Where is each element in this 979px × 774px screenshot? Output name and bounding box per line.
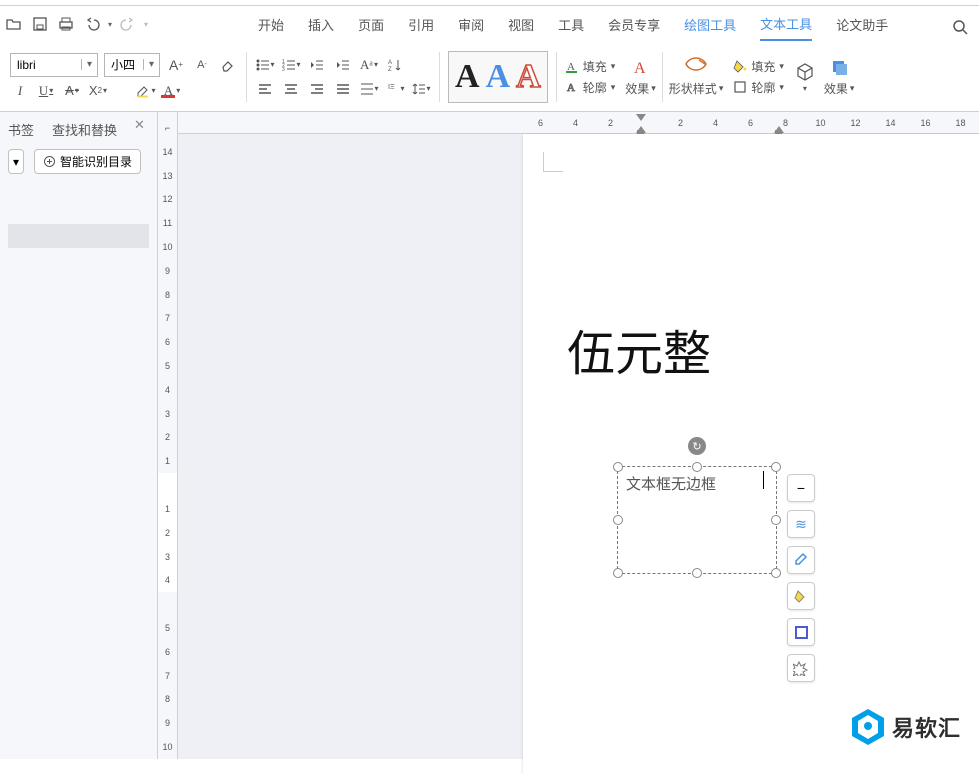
document-page: 伍元整 文本框无边框 − ≋ <box>523 134 979 774</box>
shape-outline-button[interactable]: 轮廓 <box>733 79 784 96</box>
tab-review[interactable]: 审阅 <box>458 9 484 40</box>
open-icon[interactable] <box>4 14 24 34</box>
float-toolbar: − ≋ <box>787 474 815 682</box>
text-outline-button[interactable]: A轮廓 <box>565 79 616 96</box>
superscript-icon[interactable]: X2 <box>88 81 108 101</box>
clear-format-icon[interactable] <box>218 55 238 75</box>
tab-drawing[interactable]: 绘图工具 <box>684 9 736 40</box>
wordart-gallery[interactable]: A A A <box>448 51 548 103</box>
tab-start[interactable]: 开始 <box>258 9 284 40</box>
shape-style-button[interactable]: 形状样式 <box>669 56 724 97</box>
tab-bar: 开始 插入 页面 引用 审阅 视图 工具 会员专享 绘图工具 文本工具 论文助手 <box>148 6 888 42</box>
shrink-font-icon[interactable]: A- <box>192 55 212 75</box>
horizontal-ruler: 64224681012141618 <box>178 112 979 134</box>
3d-button[interactable]: ▾ <box>794 61 816 93</box>
align-left-icon[interactable] <box>255 79 275 99</box>
shape-fill-button[interactable]: 填充 <box>733 58 784 75</box>
resize-handle[interactable] <box>613 515 623 525</box>
svg-text:A: A <box>634 60 646 77</box>
align-right-icon[interactable] <box>307 79 327 99</box>
shape-effect-button[interactable]: 效果 <box>824 56 855 97</box>
svg-text:3: 3 <box>282 67 285 72</box>
strike-icon[interactable]: A <box>62 81 82 101</box>
auto-toc-button[interactable]: 智能识别目录 <box>34 149 141 174</box>
watermark-logo: 易软汇 <box>852 709 961 745</box>
tab-insert[interactable]: 插入 <box>308 9 334 40</box>
svg-text:A: A <box>567 82 575 94</box>
italic-icon[interactable]: I <box>10 81 30 101</box>
resize-handle[interactable] <box>771 568 781 578</box>
tab-text[interactable]: 文本工具 <box>760 8 812 41</box>
resize-handle[interactable] <box>771 462 781 472</box>
layout-float-icon[interactable]: ≋ <box>787 510 815 538</box>
fill-float-icon[interactable] <box>787 582 815 610</box>
quick-access-toolbar: ▾ ▾ <box>0 14 148 34</box>
align-justify-icon[interactable] <box>333 79 353 99</box>
tab-page[interactable]: 页面 <box>358 9 384 40</box>
undo-icon[interactable] <box>82 14 102 34</box>
vertical-ruler: ⌐ 1413121110987654321 1234 5678910 <box>158 112 178 759</box>
tab-member[interactable]: 会员专享 <box>608 9 660 40</box>
distribute-icon[interactable] <box>359 79 379 99</box>
grow-font-icon[interactable]: A+ <box>166 55 186 75</box>
textbox-selected[interactable]: 文本框无边框 <box>617 466 777 574</box>
number-list-icon[interactable]: 123 <box>281 55 301 75</box>
tab-view[interactable]: 视图 <box>508 9 534 40</box>
document-heading: 伍元整 <box>567 314 711 384</box>
font-size-select[interactable]: 小四▾ <box>104 53 160 77</box>
minimize-float-icon[interactable]: − <box>787 474 815 502</box>
sort-icon[interactable]: AZ <box>385 55 405 75</box>
close-icon[interactable]: ✕ <box>134 117 145 133</box>
sidebar-tab-findreplace[interactable]: 查找和替换 <box>52 120 117 139</box>
sidebar-tab-bookmark[interactable]: 书签 <box>8 120 34 139</box>
resize-handle[interactable] <box>692 568 702 578</box>
outdent-icon[interactable] <box>307 55 327 75</box>
line-spacing-icon[interactable] <box>411 79 431 99</box>
tab-ref[interactable]: 引用 <box>408 9 434 40</box>
outline-float-icon[interactable] <box>787 618 815 646</box>
change-case-icon[interactable]: Aᵃ <box>359 55 379 75</box>
tool-float-icon[interactable] <box>787 654 815 682</box>
resize-handle[interactable] <box>613 462 623 472</box>
text-fill-button[interactable]: A填充 <box>565 58 616 75</box>
highlight-icon[interactable] <box>136 81 156 101</box>
text-direction-icon[interactable]: IΞ <box>385 79 405 99</box>
svg-text:IΞ: IΞ <box>388 84 395 91</box>
font-color-icon[interactable]: A <box>162 81 182 101</box>
redo-icon[interactable] <box>118 14 138 34</box>
bullet-list-icon[interactable] <box>255 55 275 75</box>
text-cursor <box>763 471 764 489</box>
search-icon[interactable] <box>951 18 969 36</box>
sidebar-dropdown[interactable]: ▾ <box>8 149 24 174</box>
save-icon[interactable] <box>30 14 50 34</box>
indent-icon[interactable] <box>333 55 353 75</box>
sidebar-empty <box>8 224 149 248</box>
tab-tool[interactable]: 工具 <box>558 9 584 40</box>
resize-handle[interactable] <box>692 462 702 472</box>
sidebar: 书签 查找和替换 ✕ ▾ 智能识别目录 <box>0 112 158 759</box>
print-icon[interactable] <box>56 14 76 34</box>
rotate-handle-icon[interactable] <box>688 437 706 455</box>
ribbon: libri▾ 小四▾ A+ A- I U A X2 A 123 Aᵃ AZ <box>0 42 979 112</box>
svg-text:A: A <box>388 60 392 66</box>
underline-icon[interactable]: U <box>36 81 56 101</box>
svg-text:Z: Z <box>388 67 392 72</box>
tab-thesis[interactable]: 论文助手 <box>836 9 888 40</box>
text-effect-button[interactable]: A效果 <box>625 56 656 97</box>
resize-handle[interactable] <box>771 515 781 525</box>
font-name-select[interactable]: libri▾ <box>10 53 98 77</box>
top-row: ▾ ▾ 开始 插入 页面 引用 审阅 视图 工具 会员专享 绘图工具 文本工具 … <box>0 6 979 42</box>
align-center-icon[interactable] <box>281 79 301 99</box>
resize-handle[interactable] <box>613 568 623 578</box>
format-painter-float-icon[interactable] <box>787 546 815 574</box>
